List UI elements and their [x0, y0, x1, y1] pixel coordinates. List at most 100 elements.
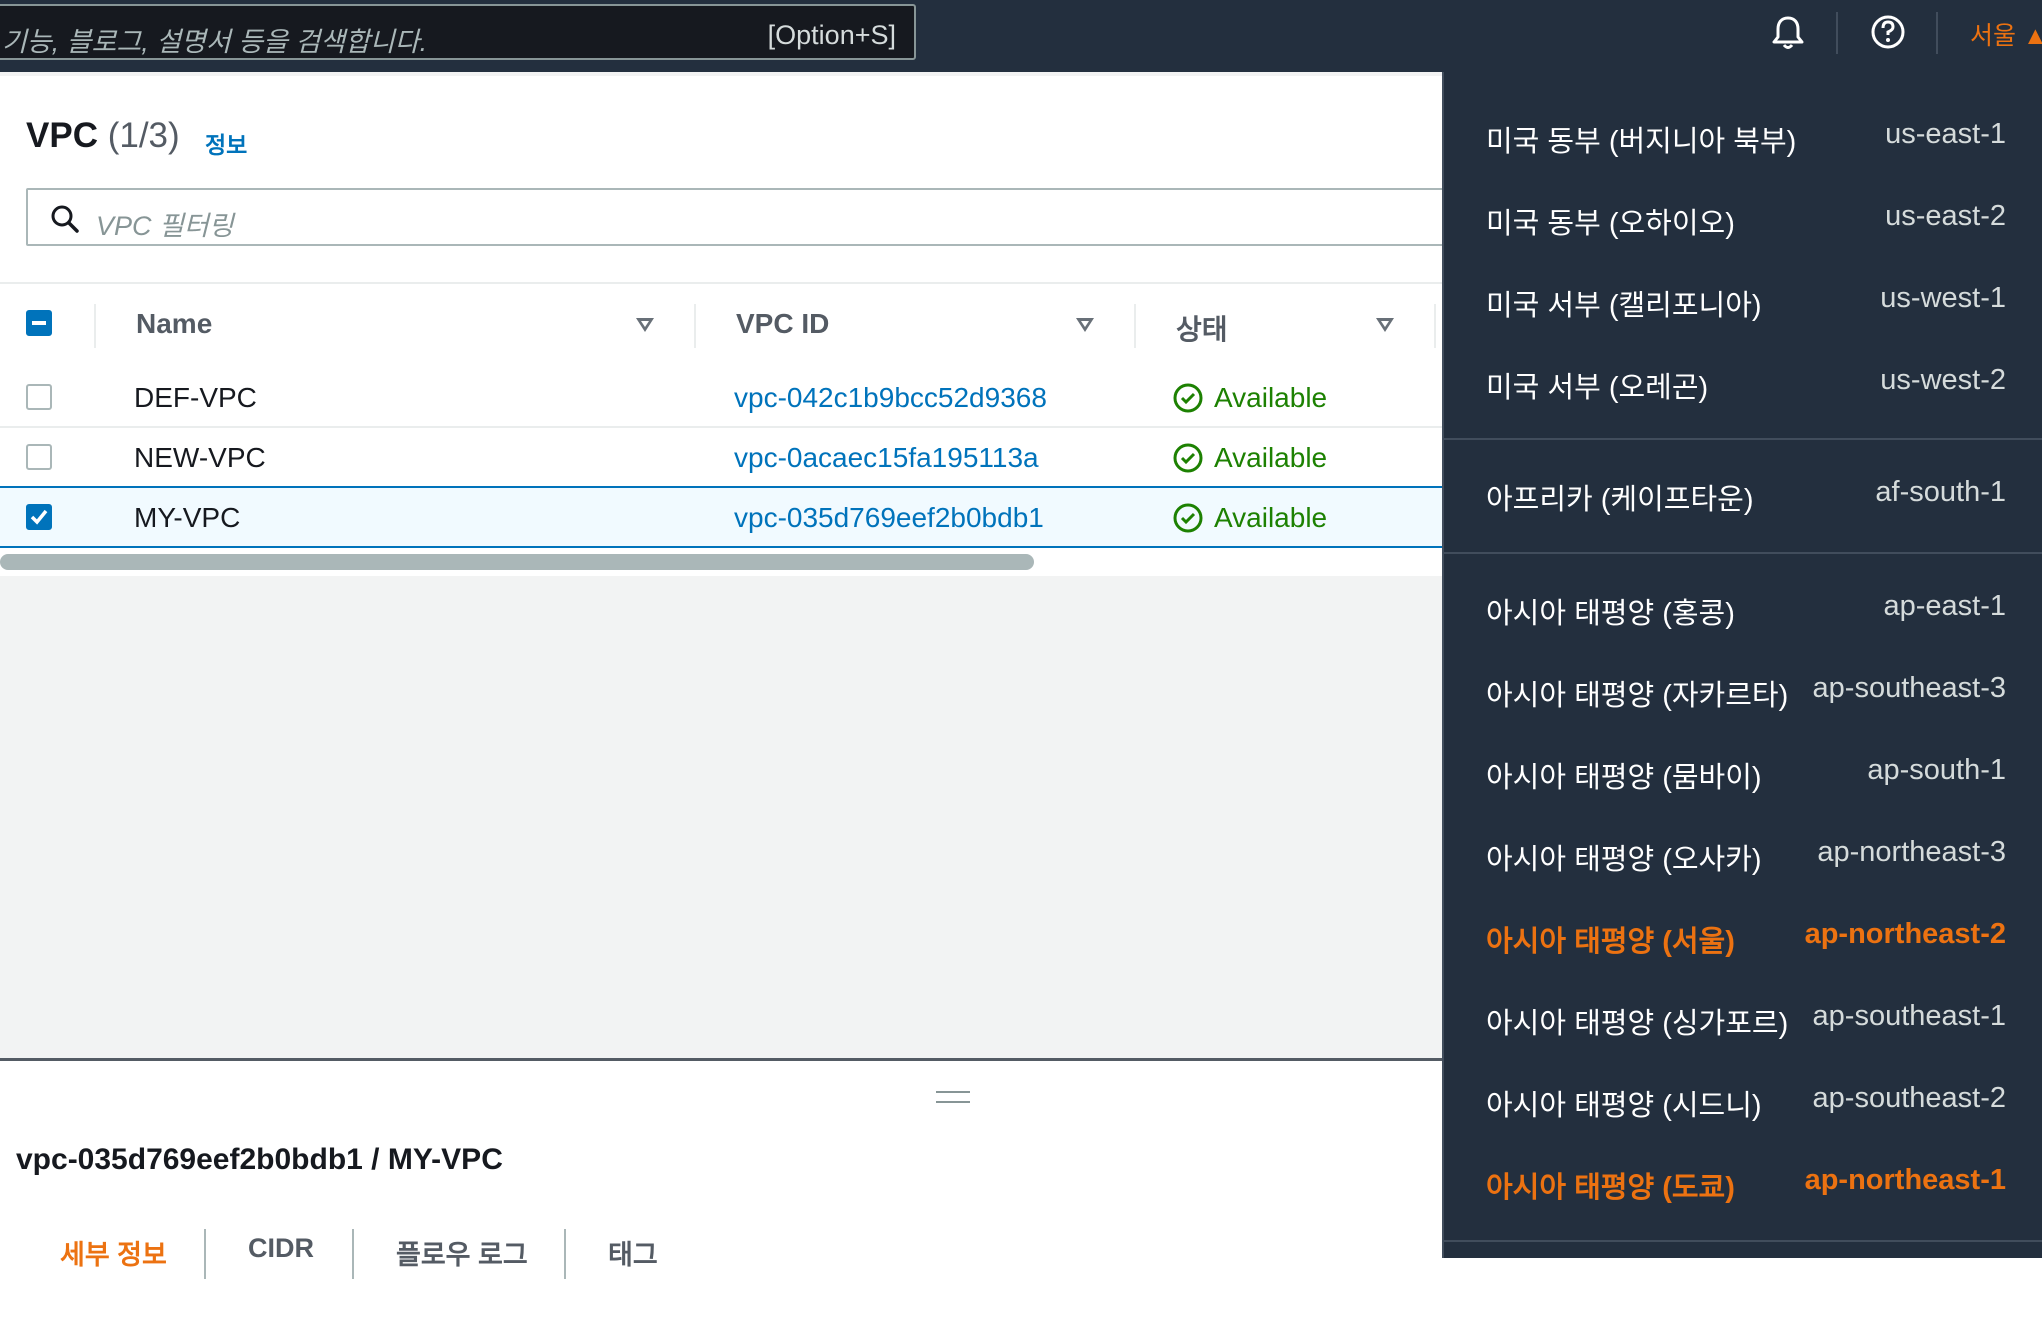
vpc-name-cell: NEW-VPC [134, 442, 266, 473]
tab-tags[interactable]: 태그 [608, 1233, 658, 1272]
region-code: af-south-1 [1875, 476, 2006, 508]
region-name: 미국 동부 (오하이오) [1486, 208, 1735, 240]
column-divider [94, 304, 96, 348]
row-checkbox[interactable] [26, 444, 52, 470]
sort-caret-icon[interactable] [636, 318, 654, 332]
column-divider[interactable] [1434, 304, 1436, 348]
page-title-text: VPC [26, 116, 98, 155]
region-item-ap-east-1[interactable]: 아시아 태평양 (홍콩) ap-east-1 [1486, 590, 2006, 630]
selection-count: (1/3) [107, 116, 180, 155]
region-name: 아시아 태평양 (시드니) [1486, 1090, 1762, 1122]
region-item-ap-southeast-1[interactable]: 아시아 태평양 (싱가포르) ap-southeast-1 [1486, 1000, 2006, 1040]
vpc-filter-input[interactable]: VPC 필터링 [26, 188, 1456, 246]
page-title: VPC (1/3) [26, 116, 180, 156]
tab-divider [564, 1229, 566, 1279]
region-item-us-east-1[interactable]: 미국 동부 (버지니아 북부) us-east-1 [1486, 118, 2006, 158]
region-group-divider [1444, 438, 2042, 440]
horizontal-scrollbar[interactable] [0, 554, 1034, 570]
region-group-divider [1444, 1240, 2042, 1242]
region-item-ap-south-1[interactable]: 아시아 태평양 (뭄바이) ap-south-1 [1486, 754, 2006, 794]
table-row[interactable]: MY-VPC vpc-035d769eef2b0bdb1 Available [0, 486, 1442, 548]
table-row[interactable]: NEW-VPC vpc-0acaec15fa195113a Available [0, 428, 1442, 488]
region-name: 아시아 태평양 (도쿄) [1486, 1172, 1735, 1204]
sort-caret-icon[interactable] [1376, 318, 1394, 332]
search-icon [51, 205, 79, 233]
region-code: us-east-1 [1885, 118, 2006, 150]
indeterminate-icon [32, 321, 46, 325]
region-code: us-east-2 [1885, 200, 2006, 232]
region-name: 아시아 태평양 (싱가포르) [1486, 1008, 1789, 1040]
global-search-input[interactable]: 기능, 블로그, 설명서 등을 검색합니다. [Option+S] [0, 4, 916, 60]
region-name: 아시아 태평양 (뭄바이) [1486, 762, 1762, 794]
region-code: ap-northeast-1 [1804, 1164, 2006, 1196]
region-name: 아시아 태평양 (홍콩) [1486, 598, 1735, 630]
main-content: VPC (1/3) 정보 VPC 필터링 Name VPC ID 상태 DEF-… [0, 72, 1456, 1333]
column-divider[interactable] [694, 304, 696, 348]
filter-placeholder: VPC 필터링 [96, 211, 234, 241]
region-code: ap-southeast-2 [1812, 1082, 2006, 1114]
top-navigation-bar: 기능, 블로그, 설명서 등을 검색합니다. [Option+S] 서울 ▲ [0, 0, 2042, 72]
region-item-af-south-1[interactable]: 아프리카 (케이프타운) af-south-1 [1486, 476, 2006, 516]
table-header: Name VPC ID 상태 [0, 282, 1442, 370]
region-name: 미국 서부 (캘리포니아) [1486, 290, 1762, 322]
region-item-ap-northeast-3[interactable]: 아시아 태평양 (오사카) ap-northeast-3 [1486, 836, 2006, 876]
bell-icon[interactable] [1766, 10, 1810, 54]
region-name: 아시아 태평양 (자카르타) [1486, 680, 1789, 712]
tab-details[interactable]: 세부 정보 [60, 1233, 167, 1272]
region-item-ap-northeast-1[interactable]: 아시아 태평양 (도쿄) ap-northeast-1 [1486, 1164, 2006, 1204]
column-divider[interactable] [1134, 304, 1136, 348]
row-checkbox[interactable] [26, 504, 52, 530]
resize-handle-icon[interactable] [936, 1091, 970, 1103]
sort-caret-icon[interactable] [1076, 318, 1094, 332]
row-checkbox[interactable] [26, 384, 52, 410]
status-text: Available [1214, 382, 1328, 413]
region-item-us-west-2[interactable]: 미국 서부 (오레곤) us-west-2 [1486, 364, 2006, 404]
tab-divider [352, 1229, 354, 1279]
checkmark-icon [30, 509, 48, 525]
vpc-name-cell: DEF-VPC [134, 382, 257, 413]
topbar-divider [1936, 12, 1938, 54]
help-icon[interactable] [1866, 10, 1910, 54]
info-link[interactable]: 정보 [205, 126, 247, 160]
column-header-name[interactable]: Name [136, 308, 212, 340]
region-code: ap-south-1 [1867, 754, 2006, 786]
region-item-us-east-2[interactable]: 미국 동부 (오하이오) us-east-2 [1486, 200, 2006, 240]
status-badge: Available [1174, 442, 1327, 474]
select-all-checkbox[interactable] [26, 310, 52, 336]
vpc-id-link[interactable]: vpc-035d769eef2b0bdb1 [734, 502, 1044, 534]
status-badge: Available [1174, 502, 1327, 534]
vpc-list-panel: VPC (1/3) 정보 VPC 필터링 Name VPC ID 상태 DEF-… [0, 76, 1456, 576]
column-header-status[interactable]: 상태 [1176, 308, 1228, 348]
region-item-ap-northeast-2[interactable]: 아시아 태평양 (서울) ap-northeast-2 [1486, 918, 2006, 958]
column-header-vpc-id[interactable]: VPC ID [736, 308, 829, 340]
tab-flow-logs[interactable]: 플로우 로그 [396, 1233, 528, 1272]
region-dropdown-menu: 미국 동부 (버지니아 북부) us-east-1 미국 동부 (오하이오) u… [1442, 72, 2042, 1258]
search-shortcut-hint: [Option+S] [767, 20, 896, 50]
status-badge: Available [1174, 382, 1327, 414]
region-name: 미국 서부 (오레곤) [1486, 372, 1709, 404]
region-code: ap-southeast-1 [1812, 1000, 2006, 1032]
detail-panel: vpc-035d769eef2b0bdb1 / MY-VPC 세부 정보 CID… [0, 1058, 1442, 1333]
table-row[interactable]: DEF-VPC vpc-042c1b9bcc52d9368 Available [0, 368, 1442, 428]
tab-cidr[interactable]: CIDR [248, 1233, 314, 1264]
search-placeholder: 기능, 블로그, 설명서 등을 검색합니다. [2, 27, 428, 57]
region-name: 아시아 태평양 (서울) [1486, 926, 1735, 958]
topbar-divider [1836, 12, 1838, 54]
region-item-ap-southeast-2[interactable]: 아시아 태평양 (시드니) ap-southeast-2 [1486, 1082, 2006, 1122]
region-item-us-west-1[interactable]: 미국 서부 (캘리포니아) us-west-1 [1486, 282, 2006, 322]
status-text: Available [1214, 502, 1328, 533]
region-code: us-west-1 [1880, 282, 2006, 314]
region-group-divider [1444, 552, 2042, 554]
region-name: 아시아 태평양 (오사카) [1486, 844, 1762, 876]
vpc-id-link[interactable]: vpc-0acaec15fa195113a [734, 442, 1039, 474]
detail-title: vpc-035d769eef2b0bdb1 / MY-VPC [16, 1143, 503, 1176]
region-code: ap-northeast-3 [1817, 836, 2006, 868]
vpc-name-cell: MY-VPC [134, 502, 241, 533]
region-name: 아프리카 (케이프타운) [1486, 484, 1754, 516]
region-code: ap-east-1 [1883, 590, 2006, 622]
region-selector-button[interactable]: 서울 ▲ [1970, 16, 2042, 52]
vpc-id-link[interactable]: vpc-042c1b9bcc52d9368 [734, 382, 1047, 414]
region-name: 미국 동부 (버지니아 북부) [1486, 126, 1797, 158]
region-code: us-west-2 [1880, 364, 2006, 396]
region-item-ap-southeast-3[interactable]: 아시아 태평양 (자카르타) ap-southeast-3 [1486, 672, 2006, 712]
